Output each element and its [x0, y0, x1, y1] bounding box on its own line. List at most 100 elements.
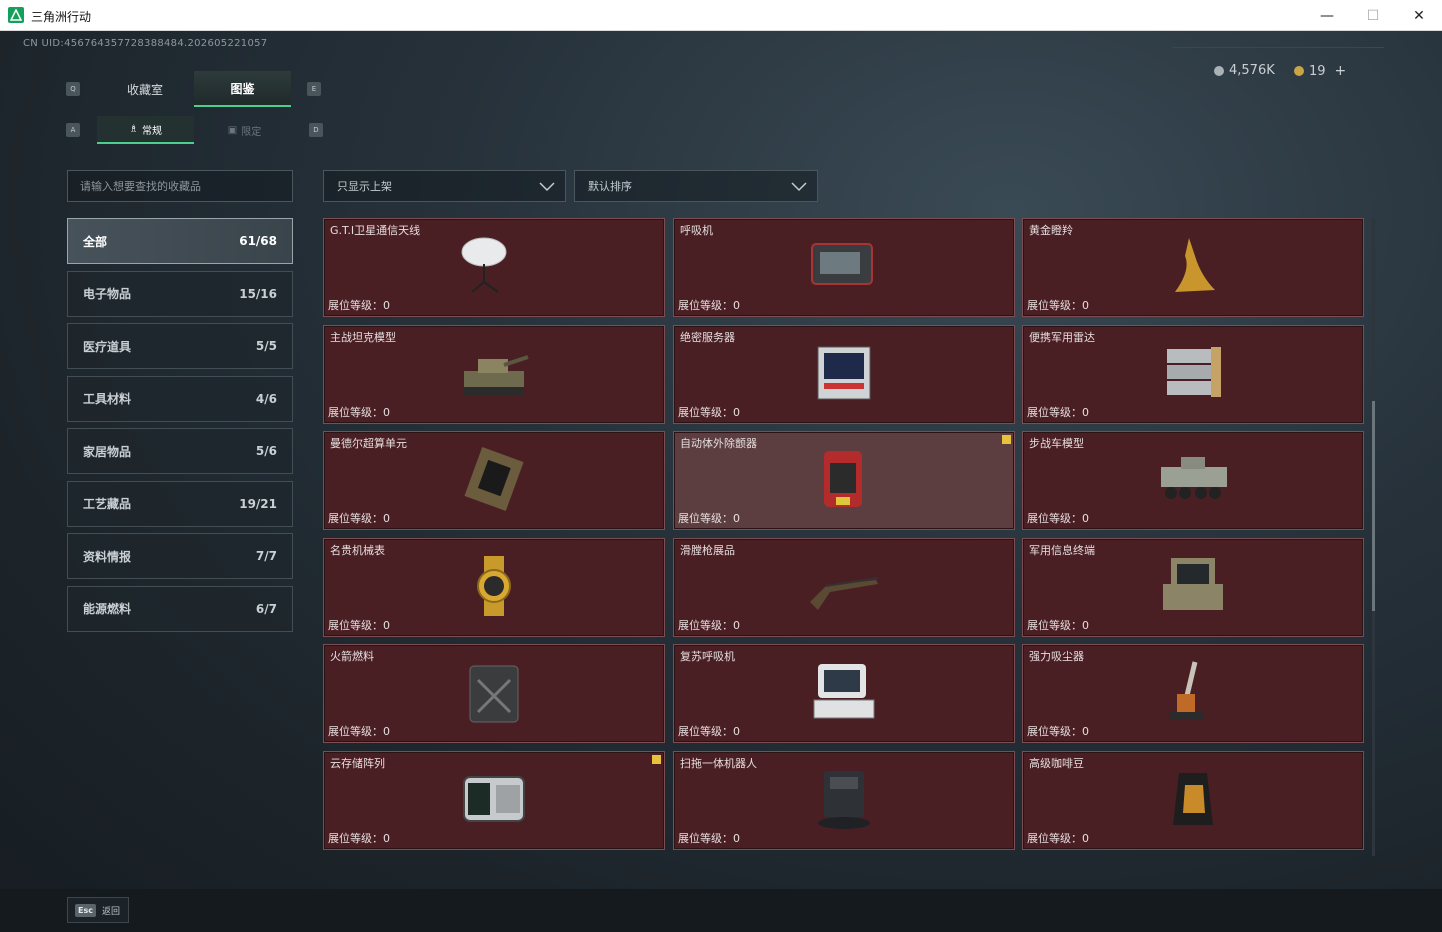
musket-icon [806, 550, 882, 626]
player-uid: CN UID:456764357728388484.202605221057 [23, 38, 268, 49]
category-count: 6/7 [255, 601, 277, 616]
item-name: 名贵机械表 [330, 544, 385, 557]
collection-card[interactable]: 强力吸尘器 展位等级：0 [1022, 644, 1364, 743]
collection-card[interactable]: 名贵机械表 展位等级：0 [323, 538, 665, 637]
category-count: 19/21 [239, 496, 277, 511]
item-name: 火箭燃料 [330, 650, 374, 663]
category-label: 能源燃料 [83, 602, 132, 616]
item-display-level: 展位等级：0 [1027, 725, 1089, 738]
sort-value: 默认排序 [588, 180, 632, 193]
item-display-level: 展位等级：0 [1027, 512, 1089, 525]
category-label: 全部 [83, 234, 108, 249]
q-key-hint: Q [66, 82, 80, 96]
item-display-level: 展位等级：0 [1027, 406, 1089, 419]
e-key-hint: E [307, 82, 321, 96]
maximize-button[interactable]: ☐ [1350, 0, 1396, 31]
category-item[interactable]: 电子物品 15/16 [67, 270, 293, 317]
collection-card[interactable]: 便携军用雷达 展位等级：0 [1022, 325, 1364, 424]
item-display-level: 展位等级：0 [328, 725, 390, 738]
window-titlebar: 三角洲行动 — ☐ ✕ [0, 0, 1442, 31]
defibrillator-icon [806, 443, 882, 519]
category-label: 医疗道具 [83, 339, 132, 354]
sort-dropdown[interactable]: 默认排序 [574, 170, 818, 202]
category-item[interactable]: 全部 61/68 [67, 218, 293, 264]
satellite-dish-icon [456, 230, 532, 306]
collection-card[interactable]: 主战坦克模型 展位等级：0 [323, 325, 665, 424]
item-display-level: 展位等级：0 [678, 406, 740, 419]
collection-card[interactable]: 滑膛枪展品 展位等级：0 [673, 538, 1015, 637]
silver-amount: 4,576K [1229, 63, 1275, 78]
minimize-button[interactable]: — [1304, 0, 1350, 31]
item-name: 主战坦克模型 [330, 331, 396, 344]
category-item[interactable]: 家居物品 5/6 [67, 428, 293, 474]
new-badge-icon [652, 755, 661, 764]
item-display-level: 展位等级：0 [328, 299, 390, 312]
item-name: 黄金瞪羚 [1029, 224, 1073, 237]
tab-collection-room[interactable]: 收藏室 [96, 71, 194, 107]
category-count: 5/6 [255, 444, 277, 458]
item-name: G.T.I卫星通信天线 [330, 224, 421, 237]
collection-card[interactable]: 火箭燃料展位等级：0 [323, 644, 665, 743]
collection-card[interactable]: 高级咖啡豆 展位等级：0 [1022, 751, 1364, 850]
category-label: 资料情报 [83, 549, 132, 564]
item-display-level: 展位等级：0 [328, 406, 390, 419]
collection-card[interactable]: 步战车模型展位等级：0 [1022, 431, 1364, 530]
collection-card[interactable]: 军用信息终端 展位等级：0 [1022, 538, 1364, 637]
back-label: 返回 [101, 906, 120, 917]
vacuum-icon [1155, 656, 1231, 732]
category-count: 61/68 [239, 234, 277, 248]
header-divider [1172, 47, 1384, 48]
gold-gazelle-icon [1155, 230, 1231, 306]
collection-card[interactable]: 云存储阵列 展位等级：0 [323, 751, 665, 850]
footer-bar [0, 889, 1442, 932]
category-item[interactable]: 工具材料 4/6 [67, 375, 293, 422]
jerrycan-icon [456, 656, 532, 732]
collection-card[interactable]: 黄金瞪羚展位等级：0 [1022, 218, 1364, 317]
gold-coin-icon [1294, 66, 1304, 76]
category-item[interactable]: 资料情报 7/7 [67, 533, 293, 579]
collection-card[interactable]: 曼德尔超算单元 展位等级：0 [323, 431, 665, 530]
search-input[interactable]: 请输入想要查找的收藏品 [67, 170, 293, 202]
collection-card[interactable]: 呼吸机 展位等级：0 [673, 218, 1015, 317]
category-label: 家居物品 [83, 444, 132, 459]
collection-card[interactable]: 扫拖一体机器人 展位等级：0 [673, 751, 1015, 850]
shelf-filter-dropdown[interactable]: 只显示上架 [323, 170, 566, 202]
collection-card[interactable]: 绝密服务器展位等级：0 [673, 325, 1015, 424]
item-name: 绝密服务器 [680, 331, 735, 344]
category-item[interactable]: 能源燃料 6/7 [67, 585, 293, 632]
item-display-level: 展位等级：0 [678, 832, 740, 845]
subtab-regular-label: 常规 [141, 125, 162, 137]
a-key-hint: A [66, 123, 80, 137]
item-display-level: 展位等级：0 [678, 725, 740, 738]
grid-scroll-thumb[interactable] [1372, 401, 1375, 611]
subtab-regular[interactable]: ♗ 常规 [97, 116, 194, 144]
limited-icon: ▣ [227, 124, 238, 136]
gold-amount: 19 [1309, 63, 1326, 79]
item-name: 滑膛枪展品 [680, 544, 735, 557]
category-item[interactable]: 医疗道具 5/5 [67, 323, 293, 369]
ventilator-icon [806, 230, 882, 306]
collection-card[interactable]: 复苏呼吸机 展位等级：0 [673, 644, 1015, 743]
item-display-level: 展位等级：0 [1027, 299, 1089, 312]
collection-card[interactable]: 自动体外除颤器 展位等级：0 [673, 431, 1015, 530]
category-label: 电子物品 [83, 287, 132, 301]
info-terminal-icon [1155, 550, 1231, 626]
game-main-area: CN UID:456764357728388484.202605221057 4… [0, 31, 1442, 932]
collection-card[interactable]: G.T.I卫星通信天线 展位等级：0 [323, 218, 665, 317]
item-name: 便携军用雷达 [1029, 331, 1095, 344]
close-button[interactable]: ✕ [1396, 0, 1442, 31]
subtab-limited[interactable]: ▣ 限定 [196, 116, 293, 144]
category-item[interactable]: 工艺藏品 19/21 [67, 480, 293, 527]
d-key-hint: D [309, 123, 323, 137]
item-name: 呼吸机 [680, 224, 713, 237]
storage-array-icon [456, 763, 532, 839]
item-display-level: 展位等级：0 [328, 512, 390, 525]
tab-catalog[interactable]: 图鉴 [194, 71, 291, 107]
add-currency-button[interactable]: + [1335, 63, 1347, 79]
chevron-down-icon [539, 182, 555, 192]
category-count: 15/16 [239, 286, 277, 301]
back-button[interactable]: Esc 返回 [67, 897, 129, 923]
item-name: 步战车模型 [1029, 437, 1084, 450]
item-name: 曼德尔超算单元 [330, 437, 407, 450]
category-count: 5/5 [255, 339, 277, 353]
